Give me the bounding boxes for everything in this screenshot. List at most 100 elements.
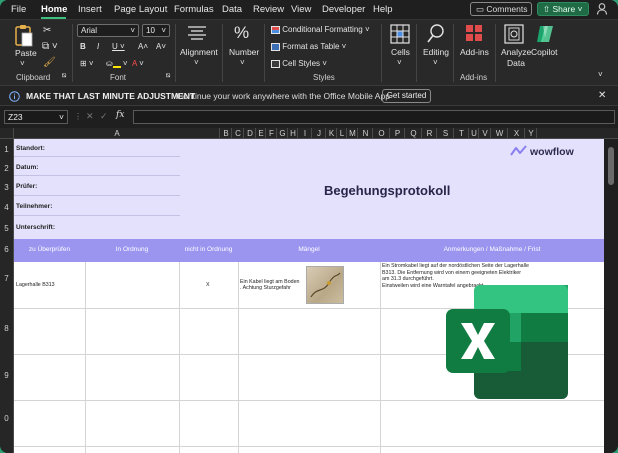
column-header-j[interactable]: J: [312, 129, 326, 138]
chevron-down-icon[interactable]: ˅: [194, 58, 199, 67]
cells-label[interactable]: Cells: [391, 47, 410, 57]
insert-function-icon[interactable]: fx: [116, 110, 124, 120]
paste-dropdown-icon[interactable]: ˅: [20, 59, 25, 68]
column-header-q[interactable]: Q: [405, 129, 422, 138]
cancel-icon[interactable]: ✕: [86, 111, 94, 122]
increase-font-icon[interactable]: A˄: [138, 42, 148, 51]
more-options-icon[interactable]: ⋮: [74, 112, 82, 121]
get-started-button[interactable]: Get started: [382, 89, 431, 103]
collapse-ribbon-icon[interactable]: ˅: [598, 70, 603, 79]
column-header-s[interactable]: S: [437, 129, 454, 138]
column-header-r[interactable]: R: [422, 129, 437, 138]
vertical-scrollbar[interactable]: [604, 139, 618, 453]
cell-not-ok-mark[interactable]: X: [206, 282, 210, 289]
bold-icon[interactable]: B: [80, 42, 86, 51]
row-header[interactable]: 5: [0, 224, 13, 233]
font-name-combo[interactable]: Arial ˅: [77, 24, 139, 37]
decrease-font-icon[interactable]: A˅: [156, 42, 166, 51]
tab-data[interactable]: Data: [222, 4, 242, 15]
analyze-data-label-line1[interactable]: Analyze: [501, 47, 531, 57]
tab-file[interactable]: File: [11, 4, 26, 15]
formula-input[interactable]: [133, 110, 615, 124]
chevron-down-icon: ˅: [161, 26, 166, 35]
tab-review[interactable]: Review: [253, 4, 284, 15]
row-header[interactable]: 7: [0, 274, 13, 283]
separator: [264, 24, 265, 82]
conditional-formatting-button[interactable]: Conditional Formatting ˅: [271, 25, 370, 34]
search-icon[interactable]: [426, 23, 446, 47]
name-box[interactable]: Z23 ˅: [4, 110, 68, 124]
tab-insert[interactable]: Insert: [78, 4, 102, 15]
chevron-down-icon[interactable]: ˅: [397, 58, 402, 67]
row-header[interactable]: 3: [0, 183, 13, 192]
row-header[interactable]: 0: [0, 414, 13, 423]
borders-icon[interactable]: ⊞ ˅: [80, 59, 94, 68]
copilot-label[interactable]: Copilot: [531, 47, 557, 57]
copy-icon[interactable]: ⧉ ˅: [42, 41, 58, 52]
enter-icon[interactable]: ✓: [100, 111, 108, 122]
column-header-w[interactable]: W: [491, 129, 508, 138]
defect-photo[interactable]: [306, 266, 344, 304]
cells-icon[interactable]: [390, 24, 410, 46]
number-label[interactable]: Number: [229, 47, 259, 57]
tab-view[interactable]: View: [291, 4, 311, 15]
paste-icon[interactable]: [13, 24, 35, 50]
clipboard-group-label: Clipboard: [16, 73, 51, 82]
row-header[interactable]: 1: [0, 145, 13, 154]
column-header-t[interactable]: T: [454, 129, 469, 138]
column-header-i[interactable]: I: [298, 129, 312, 138]
account-icon[interactable]: [596, 2, 610, 16]
field-participants: Teilnehmer:: [16, 203, 53, 210]
field-inspector: Prüfer:: [16, 183, 38, 190]
italic-icon[interactable]: I: [97, 42, 99, 51]
addins-icon[interactable]: [465, 24, 483, 44]
underline-icon[interactable]: U ˅: [112, 42, 125, 51]
info-icon: [9, 91, 20, 104]
comments-button[interactable]: ▭ Comments: [470, 2, 532, 16]
cell-item[interactable]: Lagerhalle B313: [16, 282, 55, 289]
field-date: Datum:: [16, 164, 39, 171]
chevron-down-icon[interactable]: ˅: [240, 58, 245, 67]
column-header-a[interactable]: A: [14, 129, 220, 138]
share-button[interactable]: ⇧ Share ˅: [537, 2, 589, 16]
column-header-o[interactable]: O: [373, 129, 390, 138]
format-as-table-button[interactable]: Format as Table ˅: [271, 42, 346, 51]
fill-color-icon[interactable]: ⛀ ˅: [106, 59, 128, 68]
analyze-data-label-line2[interactable]: Data: [507, 58, 525, 68]
row-header[interactable]: 4: [0, 203, 13, 212]
font-size-combo[interactable]: 10 ˅: [142, 24, 170, 37]
scrollbar-thumb[interactable]: [608, 147, 614, 185]
row-header[interactable]: 9: [0, 371, 13, 380]
font-color-icon[interactable]: A ˅: [132, 59, 144, 68]
column-header-x[interactable]: X: [508, 129, 525, 138]
percent-icon[interactable]: %: [234, 23, 249, 43]
column-header-n[interactable]: N: [358, 129, 373, 138]
row-header[interactable]: 8: [0, 324, 13, 333]
tab-developer[interactable]: Developer: [322, 4, 365, 15]
tab-home[interactable]: Home: [41, 4, 67, 15]
alignment-icon[interactable]: [186, 24, 208, 44]
column-header-p[interactable]: P: [390, 129, 405, 138]
row-header[interactable]: 6: [0, 245, 13, 254]
format-painter-icon[interactable]: 🖌: [43, 57, 56, 68]
tab-page-layout[interactable]: Page Layout: [114, 4, 167, 15]
alignment-label[interactable]: Alignment: [180, 47, 218, 57]
separator: [495, 24, 496, 82]
analyze-data-icon[interactable]: [504, 24, 524, 46]
table-header-row: zu Überprüfen In Ordnung nicht in Ordnun…: [14, 239, 604, 262]
tab-formulas[interactable]: Formulas: [174, 4, 214, 15]
editing-label[interactable]: Editing: [423, 47, 449, 57]
clipboard-launcher-icon[interactable]: ⧅: [62, 72, 66, 80]
row-header[interactable]: 2: [0, 164, 13, 173]
tab-help[interactable]: Help: [373, 4, 393, 15]
paste-label[interactable]: Paste: [15, 48, 37, 58]
addins-button[interactable]: Add-ins: [460, 47, 489, 57]
close-icon[interactable]: ✕: [598, 90, 606, 101]
cell-defect-line2[interactable]: . Achtung Sturzgefahr: [240, 285, 291, 292]
font-launcher-icon[interactable]: ⧅: [166, 72, 170, 80]
cut-icon[interactable]: ✂: [43, 25, 51, 36]
font-size-value: 10: [146, 26, 155, 35]
chevron-down-icon[interactable]: ˅: [433, 58, 438, 67]
copilot-icon[interactable]: [535, 23, 557, 47]
cell-styles-button[interactable]: Cell Styles ˅: [271, 59, 327, 68]
